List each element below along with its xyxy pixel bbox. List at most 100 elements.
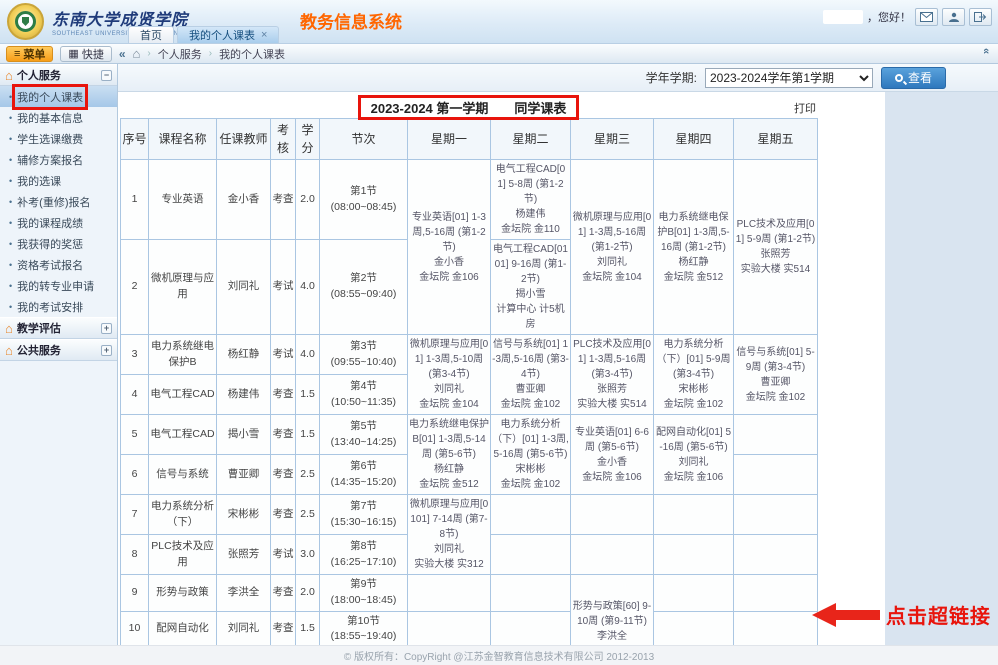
schedule-cell: 微机原理与应用[01] 1-3周,5-10周 (第3-4节) 刘同礼 金坛院 金… xyxy=(408,335,491,415)
schedule-cell: 第8节 (16:25~17:10) xyxy=(320,535,408,575)
home-icon[interactable]: ⌂ xyxy=(133,46,141,61)
breadcrumb-item-my-schedule[interactable]: 我的个人课表 xyxy=(219,46,285,62)
table-row: 9形势与政策李洪全考查2.0第9节 (18:00~18:45)形势与政策[60]… xyxy=(121,575,818,612)
schedule-cell xyxy=(654,495,734,535)
schedule-cell xyxy=(734,575,818,612)
sidebar-item[interactable]: •资格考试报名 xyxy=(0,254,117,275)
schedule-cell: 电力系统分析（下）[01] 5-9周 (第3-4节) 宋彬彬 金坛院 金102 xyxy=(654,335,734,415)
schedule-cell xyxy=(734,495,818,535)
collapse-sidebar-icon[interactable]: « xyxy=(119,47,126,61)
column-header: 星期三 xyxy=(571,119,654,160)
view-button[interactable]: 查看 xyxy=(881,67,946,89)
bullet-icon: • xyxy=(9,113,12,123)
sidebar-item[interactable]: •我的课程成绩 xyxy=(0,212,117,233)
breadcrumb-item-personal-service[interactable]: 个人服务 xyxy=(158,46,202,62)
schedule-cell: 第1节 (08:00~08:45) xyxy=(320,160,408,240)
schedule-cell: 形势与政策 xyxy=(149,575,217,612)
tab-home[interactable]: 首页 xyxy=(128,26,174,43)
system-title: 教务信息系统 xyxy=(300,8,402,33)
app-header: 东南大学成贤学院 SOUTHEAST UNIVERSITY CHENGXIAN … xyxy=(0,0,998,44)
page-footer: © 版权所有：CopyRight @江苏金智教育信息技术有限公司 2012-20… xyxy=(0,645,998,665)
main-content: 学年学期: 2023-2024学年第1学期 查看 2023-2024 第一学期 … xyxy=(118,64,998,665)
schedule-cell: 微机原理与应用[0101] 7-14周 (第7-8节) 刘同礼 实验大楼 实31… xyxy=(408,495,491,575)
column-header: 学分 xyxy=(296,119,320,160)
schedule-cell xyxy=(491,575,571,612)
click-hint-text: 点击超链接 xyxy=(886,600,991,629)
sidebar-section-header[interactable]: ⌂教学评估+ xyxy=(0,317,117,339)
schedule-cell: 专业英语[01] 6-6周 (第5-6节) 金小香 金坛院 金106 xyxy=(571,415,654,495)
schedule-cell: 考查 xyxy=(271,415,296,455)
schedule-cell: 1.5 xyxy=(296,611,320,648)
collapse-up-icon[interactable]: « xyxy=(980,48,992,54)
print-link[interactable]: 打印 xyxy=(794,100,816,116)
menu-button[interactable]: ≡ 菜单 xyxy=(6,46,53,62)
schedule-cell: 张照芳 xyxy=(217,535,271,575)
bullet-icon: • xyxy=(9,239,12,249)
bullet-icon: • xyxy=(9,302,12,312)
sidebar: ⌂个人服务−•我的个人课表•我的基本信息•学生选课缴费•辅修方案报名•我的选课•… xyxy=(0,64,118,665)
bullet-icon: • xyxy=(9,260,12,270)
schedule-cell: PLC技术及应用 xyxy=(149,535,217,575)
schedule-cell: 1 xyxy=(121,160,149,240)
column-header: 考核 xyxy=(271,119,296,160)
schedule-cell xyxy=(654,535,734,575)
schedule-cell: 考查 xyxy=(271,611,296,648)
user-icon[interactable] xyxy=(942,8,965,26)
schedule-cell xyxy=(734,455,818,495)
left-arrow-icon xyxy=(810,602,882,628)
collapse-section-icon[interactable]: − xyxy=(101,70,112,81)
sidebar-item[interactable]: •我的基本信息 xyxy=(0,107,117,128)
schedule-cell: 8 xyxy=(121,535,149,575)
schedule-cell: 2.0 xyxy=(296,160,320,240)
sidebar-item[interactable]: •学生选课缴费 xyxy=(0,128,117,149)
sidebar-item[interactable]: •补考(重修)报名 xyxy=(0,191,117,212)
schedule-cell: 配网自动化 xyxy=(149,611,217,648)
schedule-cell xyxy=(408,575,491,612)
section-icon: ⌂ xyxy=(5,344,13,357)
schedule-cell: 4.0 xyxy=(296,335,320,375)
sidebar-item[interactable]: •我的个人课表 xyxy=(0,86,117,107)
schedule-cell: 考试 xyxy=(271,335,296,375)
bullet-icon: • xyxy=(9,155,12,165)
schedule-cell: 考查 xyxy=(271,375,296,415)
sidebar-item[interactable]: •我获得的奖惩 xyxy=(0,233,117,254)
mail-icon[interactable] xyxy=(915,8,938,26)
sidebar-item[interactable]: •辅修方案报名 xyxy=(0,149,117,170)
table-row: 5电气工程CAD揭小雪考查1.5第5节 (13:40~14:25)电力系统继电保… xyxy=(121,415,818,455)
logout-icon[interactable] xyxy=(969,8,992,26)
schedule-cell: 金小香 xyxy=(217,160,271,240)
sidebar-sections: ⌂个人服务−•我的个人课表•我的基本信息•学生选课缴费•辅修方案报名•我的选课•… xyxy=(0,64,117,361)
menu-icon: ≡ xyxy=(14,48,20,60)
sidebar-section-header[interactable]: ⌂个人服务− xyxy=(0,64,117,86)
schedule-cell: 电气工程CAD xyxy=(149,415,217,455)
section-icon: ⌂ xyxy=(5,322,13,335)
column-header: 任课教师 xyxy=(217,119,271,160)
schedule-cell: 刘同礼 xyxy=(217,240,271,335)
schedule-panel: 2023-2024 第一学期 同学课表 打印 序号课程名称任课教师考核学分节次星… xyxy=(118,92,885,665)
schedule-cell: PLC技术及应用[01] 5-9周 (第1-2节) 张照芳 实验大楼 实514 xyxy=(734,160,818,335)
schedule-cell: 信号与系统[01] 1-3周,5-16周 (第3-4节) 曹亚卿 金坛院 金10… xyxy=(491,335,571,415)
sidebar-item[interactable]: •我的选课 xyxy=(0,170,117,191)
semester-select[interactable]: 2023-2024学年第1学期 xyxy=(705,68,873,88)
schedule-cell xyxy=(734,611,818,648)
quick-button[interactable]: ▦ 快捷 xyxy=(60,46,111,62)
schedule-cell: 3 xyxy=(121,335,149,375)
schedule-cell: 4 xyxy=(121,375,149,415)
sidebar-item[interactable]: •我的考试安排 xyxy=(0,296,117,317)
breadcrumb-separator: › xyxy=(209,48,212,59)
sidebar-section-header[interactable]: ⌂公共服务+ xyxy=(0,339,117,361)
sidebar-item[interactable]: •我的转专业申请 xyxy=(0,275,117,296)
close-icon[interactable]: × xyxy=(261,30,267,41)
schedule-cell: 10 xyxy=(121,611,149,648)
tab-bar: 首页 我的个人课表 × xyxy=(128,26,279,43)
column-header: 课程名称 xyxy=(149,119,217,160)
schedule-cell: 信号与系统 xyxy=(149,455,217,495)
expand-section-icon[interactable]: + xyxy=(101,323,112,334)
table-header-row: 序号课程名称任课教师考核学分节次星期一星期二星期三星期四星期五 xyxy=(121,119,818,160)
tab-my-schedule[interactable]: 我的个人课表 × xyxy=(177,26,279,43)
schedule-cell: 电气工程CAD[01] 5-8周 (第1-2节) 杨建伟 金坛院 金110 xyxy=(491,160,571,240)
schedule-cell: 电力系统分析（下）[01] 1-3周,5-16周 (第5-6节) 宋彬彬 金坛院… xyxy=(491,415,571,495)
expand-section-icon[interactable]: + xyxy=(101,345,112,356)
schedule-cell: 考查 xyxy=(271,160,296,240)
greeting-text: ，您好！ xyxy=(867,9,911,25)
